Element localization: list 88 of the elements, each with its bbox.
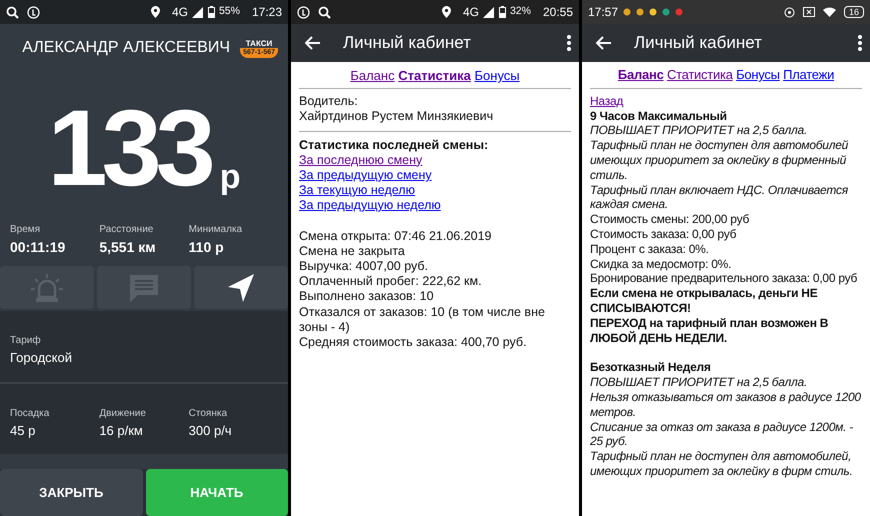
plan-line: Тарифный план не доступен для автомобилей имеющих приоритет за оклейку в фирменный стиль. [590,138,850,183]
back-arrow-icon[interactable] [305,36,321,50]
status-time: 20:55 [542,4,573,21]
signal-icon [192,6,204,18]
fare-amount: 133 [48,94,210,202]
plan-line: ПЕРЕХОД на тарифный план возможен В ЛЮБОЙ ДЕНЬ НЕДЕЛИ. [590,316,830,346]
more-menu-icon[interactable] [858,35,862,51]
plan-line: Скидка за медосмотр: 0%. [590,256,732,272]
stat-label: Минималка [188,223,244,237]
stat-label: Движение [99,406,147,420]
plan-line: Списание за отказ от заказа в радиусе 1200м. - 25 руб. [590,420,854,450]
plan-line: Если смена не открывалась, деньги НЕ СПИСЫВАЮТСЯ! [590,286,818,316]
stat-line: Смена открыта: 07:46 21.06.2019 [299,228,493,244]
network-type: 4G [462,4,479,21]
navigate-button[interactable] [194,266,288,309]
stat-value: 300 р/ч [188,422,233,440]
plan-line: Стоимость смены: 200,00 руб [590,212,750,227]
stat-line: Выполнено заказов: 10 [299,289,435,305]
battery-percent: 55% [218,4,240,20]
stat-line: Смена не закрыта [299,244,406,260]
stat-line: Отказался от заказов: 10 (в том числе вне зоны - 4) [299,304,546,336]
toolbar-title: Личный кабинет [634,32,763,54]
search-icon [6,6,19,18]
wifi-icon [822,7,836,17]
plan-line: Тарифный план включает НДС. Оплачивается каждая смена. [590,182,849,212]
period-link[interactable]: За последнюю смену [299,152,422,167]
tariff-value: Городской [10,349,73,367]
tab-link[interactable]: Бонусы [736,67,780,82]
location-pin-icon [150,6,160,18]
stat-line: Оплаченный пробег: 222,62 км. [299,274,483,290]
plan-title: Безотказный Неделя [590,360,712,376]
tariff-label: Тариф [10,334,42,348]
siren-icon [30,272,64,302]
close-button[interactable]: ЗАКРЫТЬ [0,469,142,516]
stat-value: 5,551 км [99,238,157,257]
plan-line: Тарифный план не доступен для автомобилей, имеющих приоритет за оклейку в фирм стиль. [590,449,854,479]
section-heading: Статистика последней смены: [299,138,490,153]
network-type: 4G [172,4,188,21]
tab-link[interactable]: Баланс [350,68,395,83]
period-link[interactable]: За предыдущую неделю [299,198,441,212]
fare-currency: р [220,160,240,194]
stat-value: 16 р/км [99,422,144,440]
period-link[interactable]: За предыдущую смену [299,168,432,182]
location-pin-icon [442,6,451,18]
stat-line: Средняя стоимость заказа: 400,70 руб. [299,335,528,350]
plan-line: Нельзя отказываться от заказов в радиусе 1200 метров. [590,390,862,420]
back-arrow-icon[interactable] [596,36,612,50]
status-time: 17:23 [252,4,282,21]
plan-line: ПОВЫШАЕТ ПРИОРИТЕТ на 2,5 балла. [590,375,808,390]
clock-icon [27,6,40,18]
plan-line: Бронирование предварительного заказа: 0,00 руб [590,271,858,286]
status-time: 17:57 [588,4,618,21]
plan-line: ПОВЫШАЕТ ПРИОРИТЕТ на 2,5 балла. [590,123,808,138]
stat-value: 45 р [10,422,36,440]
driver-name: АЛЕКСАНДР АЛЕКСЕЕВИЧ [22,38,230,58]
sim-card-icon [802,7,815,17]
plan-title: 9 Часов Максимальный [590,108,728,124]
stat-line: Выручка: 4007,00 руб. [299,259,430,274]
battery-icon [498,6,506,18]
tab-link[interactable]: Бонусы [474,68,520,83]
chat-icon [128,272,160,302]
battery-percent: 32% [510,4,531,20]
plan-line: Стоимость заказа: 0,00 руб [590,226,738,242]
hotspot-icon [784,6,795,18]
stat-label: Посадка [10,406,50,420]
stat-label: Расстояние [99,223,154,237]
stat-value: 00:11:19 [10,238,66,257]
back-link[interactable]: Назад [590,94,624,108]
battery-icon [208,6,215,18]
more-menu-icon[interactable] [567,35,571,51]
stat-label: Время [10,223,42,237]
tab-link[interactable]: Баланс [618,67,664,82]
signal-icon [482,6,495,18]
logo-text: ТАКСИ [244,38,274,48]
tab-link[interactable]: Платежи [783,67,834,82]
driver-label: Водитель: [299,94,359,110]
battery-indicator: 16 [844,6,864,18]
plan-line: Процент с заказа: 0%. [590,242,710,257]
navigation-arrow-icon [227,272,255,302]
tab-link[interactable]: Статистика [398,68,471,83]
search-icon [318,6,331,18]
stat-label: Стоянка [188,406,228,420]
stat-value: 110 р [188,238,225,257]
period-link[interactable]: За текущую неделю [299,183,415,198]
toolbar-title: Личный кабинет [343,32,472,54]
driver-name: Хайртдинов Рустем Минзякиевич [299,109,494,125]
clock-icon [297,6,310,18]
tab-link[interactable]: Статистика [666,67,733,82]
